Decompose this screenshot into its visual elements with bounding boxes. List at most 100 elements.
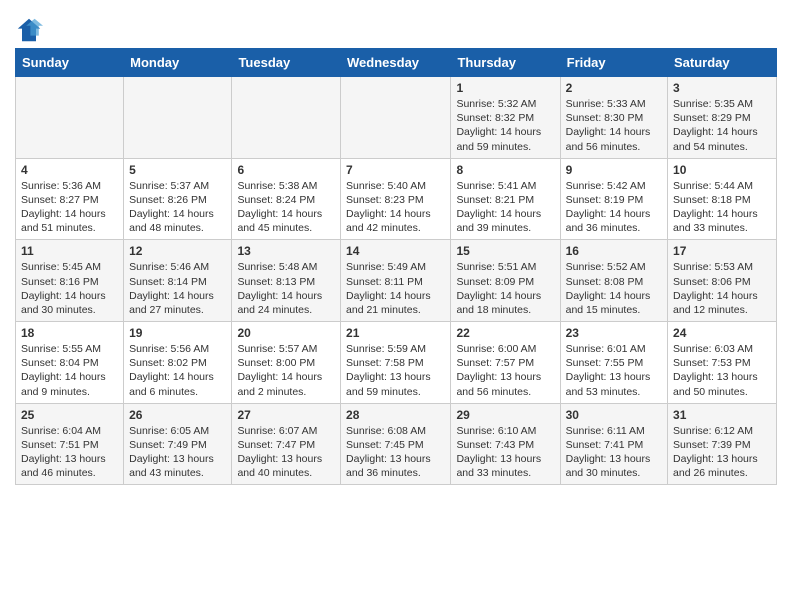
calendar-cell: 14 Sunrise: 5:49 AMSunset: 8:11 PMDayligh… xyxy=(341,240,451,322)
day-number: 16 xyxy=(566,244,662,258)
calendar-cell: 13 Sunrise: 5:48 AMSunset: 8:13 PMDayligh… xyxy=(232,240,341,322)
day-info: Sunrise: 6:11 AMSunset: 7:41 PMDaylight:… xyxy=(566,424,662,481)
day-header-monday: Monday xyxy=(124,49,232,77)
day-info: Sunrise: 5:44 AMSunset: 8:18 PMDaylight:… xyxy=(673,179,771,236)
calendar-cell: 28 Sunrise: 6:08 AMSunset: 7:45 PMDayligh… xyxy=(341,403,451,485)
day-info: Sunrise: 5:53 AMSunset: 8:06 PMDaylight:… xyxy=(673,260,771,317)
logo xyxy=(15,16,47,44)
calendar-cell: 25Sunrise: 6:04 AMSunset: 7:51 PMDayligh… xyxy=(16,403,124,485)
day-number: 26 xyxy=(129,408,226,422)
day-header-friday: Friday xyxy=(560,49,667,77)
day-info: Sunrise: 6:08 AMSunset: 7:45 PMDaylight:… xyxy=(346,424,445,481)
day-number: 1 xyxy=(456,81,554,95)
header xyxy=(15,10,777,44)
day-number: 27 xyxy=(237,408,335,422)
day-info: Sunrise: 5:33 AMSunset: 8:30 PMDaylight:… xyxy=(566,97,662,154)
day-number: 18 xyxy=(21,326,118,340)
calendar-cell xyxy=(232,77,341,159)
day-info: Sunrise: 6:01 AMSunset: 7:55 PMDaylight:… xyxy=(566,342,662,399)
calendar-cell: 4 Sunrise: 5:36 AMSunset: 8:27 PMDaylight… xyxy=(16,158,124,240)
day-number: 3 xyxy=(673,81,771,95)
day-number: 21 xyxy=(346,326,445,340)
day-info: Sunrise: 6:10 AMSunset: 7:43 PMDaylight:… xyxy=(456,424,554,481)
day-info: Sunrise: 5:59 AMSunset: 7:58 PMDaylight:… xyxy=(346,342,445,399)
day-info: Sunrise: 6:03 AMSunset: 7:53 PMDaylight:… xyxy=(673,342,771,399)
day-number: 15 xyxy=(456,244,554,258)
calendar-cell: 29Sunrise: 6:10 AMSunset: 7:43 PMDayligh… xyxy=(451,403,560,485)
day-info: Sunrise: 5:48 AMSunset: 8:13 PMDaylight:… xyxy=(237,260,335,317)
day-number: 17 xyxy=(673,244,771,258)
day-info: Sunrise: 5:57 AMSunset: 8:00 PMDaylight:… xyxy=(237,342,335,399)
calendar-cell: 12 Sunrise: 5:46 AMSunset: 8:14 PMDayligh… xyxy=(124,240,232,322)
calendar-week-1: 1 Sunrise: 5:32 AMSunset: 8:32 PMDaylight… xyxy=(16,77,777,159)
day-header-tuesday: Tuesday xyxy=(232,49,341,77)
day-info: Sunrise: 5:36 AMSunset: 8:27 PMDaylight:… xyxy=(21,179,118,236)
calendar-cell: 16 Sunrise: 5:52 AMSunset: 8:08 PMDayligh… xyxy=(560,240,667,322)
day-info: Sunrise: 5:32 AMSunset: 8:32 PMDaylight:… xyxy=(456,97,554,154)
calendar-cell xyxy=(16,77,124,159)
day-number: 19 xyxy=(129,326,226,340)
calendar-cell: 15 Sunrise: 5:51 AMSunset: 8:09 PMDayligh… xyxy=(451,240,560,322)
day-info: Sunrise: 5:49 AMSunset: 8:11 PMDaylight:… xyxy=(346,260,445,317)
calendar-cell xyxy=(341,77,451,159)
day-info: Sunrise: 6:05 AMSunset: 7:49 PMDaylight:… xyxy=(129,424,226,481)
calendar-cell: 22 Sunrise: 6:00 AMSunset: 7:57 PMDayligh… xyxy=(451,322,560,404)
calendar-cell: 24 Sunrise: 6:03 AMSunset: 7:53 PMDayligh… xyxy=(668,322,777,404)
day-info: Sunrise: 5:38 AMSunset: 8:24 PMDaylight:… xyxy=(237,179,335,236)
day-number: 24 xyxy=(673,326,771,340)
calendar-cell: 21 Sunrise: 5:59 AMSunset: 7:58 PMDayligh… xyxy=(341,322,451,404)
day-number: 12 xyxy=(129,244,226,258)
day-info: Sunrise: 6:00 AMSunset: 7:57 PMDaylight:… xyxy=(456,342,554,399)
day-number: 6 xyxy=(237,163,335,177)
calendar-cell: 2 Sunrise: 5:33 AMSunset: 8:30 PMDaylight… xyxy=(560,77,667,159)
day-number: 31 xyxy=(673,408,771,422)
day-header-wednesday: Wednesday xyxy=(341,49,451,77)
day-info: Sunrise: 6:07 AMSunset: 7:47 PMDaylight:… xyxy=(237,424,335,481)
calendar-week-3: 11Sunrise: 5:45 AMSunset: 8:16 PMDayligh… xyxy=(16,240,777,322)
logo-icon xyxy=(15,16,43,44)
calendar-cell: 9 Sunrise: 5:42 AMSunset: 8:19 PMDaylight… xyxy=(560,158,667,240)
day-info: Sunrise: 5:46 AMSunset: 8:14 PMDaylight:… xyxy=(129,260,226,317)
day-info: Sunrise: 5:45 AMSunset: 8:16 PMDaylight:… xyxy=(21,260,118,317)
calendar-cell: 6 Sunrise: 5:38 AMSunset: 8:24 PMDaylight… xyxy=(232,158,341,240)
day-number: 14 xyxy=(346,244,445,258)
calendar-cell: 1 Sunrise: 5:32 AMSunset: 8:32 PMDaylight… xyxy=(451,77,560,159)
calendar-cell: 23 Sunrise: 6:01 AMSunset: 7:55 PMDayligh… xyxy=(560,322,667,404)
calendar-cell xyxy=(124,77,232,159)
calendar-cell: 18 Sunrise: 5:55 AMSunset: 8:04 PMDayligh… xyxy=(16,322,124,404)
day-header-saturday: Saturday xyxy=(668,49,777,77)
day-number: 13 xyxy=(237,244,335,258)
day-number: 7 xyxy=(346,163,445,177)
day-number: 8 xyxy=(456,163,554,177)
calendar-cell: 10Sunrise: 5:44 AMSunset: 8:18 PMDayligh… xyxy=(668,158,777,240)
calendar-cell: 19 Sunrise: 5:56 AMSunset: 8:02 PMDayligh… xyxy=(124,322,232,404)
day-number: 2 xyxy=(566,81,662,95)
day-info: Sunrise: 5:51 AMSunset: 8:09 PMDaylight:… xyxy=(456,260,554,317)
day-info: Sunrise: 5:56 AMSunset: 8:02 PMDaylight:… xyxy=(129,342,226,399)
day-info: Sunrise: 5:41 AMSunset: 8:21 PMDaylight:… xyxy=(456,179,554,236)
day-info: Sunrise: 5:55 AMSunset: 8:04 PMDaylight:… xyxy=(21,342,118,399)
day-header-thursday: Thursday xyxy=(451,49,560,77)
day-info: Sunrise: 5:37 AMSunset: 8:26 PMDaylight:… xyxy=(129,179,226,236)
day-info: Sunrise: 5:40 AMSunset: 8:23 PMDaylight:… xyxy=(346,179,445,236)
calendar: SundayMondayTuesdayWednesdayThursdayFrid… xyxy=(15,48,777,485)
day-info: Sunrise: 6:12 AMSunset: 7:39 PMDaylight:… xyxy=(673,424,771,481)
day-info: Sunrise: 5:52 AMSunset: 8:08 PMDaylight:… xyxy=(566,260,662,317)
day-number: 25 xyxy=(21,408,118,422)
calendar-cell: 17 Sunrise: 5:53 AMSunset: 8:06 PMDayligh… xyxy=(668,240,777,322)
day-number: 9 xyxy=(566,163,662,177)
day-number: 4 xyxy=(21,163,118,177)
calendar-week-2: 4 Sunrise: 5:36 AMSunset: 8:27 PMDaylight… xyxy=(16,158,777,240)
day-header-sunday: Sunday xyxy=(16,49,124,77)
day-number: 22 xyxy=(456,326,554,340)
calendar-cell: 5Sunrise: 5:37 AMSunset: 8:26 PMDaylight… xyxy=(124,158,232,240)
day-number: 23 xyxy=(566,326,662,340)
day-info: Sunrise: 5:42 AMSunset: 8:19 PMDaylight:… xyxy=(566,179,662,236)
calendar-cell: 3 Sunrise: 5:35 AMSunset: 8:29 PMDaylight… xyxy=(668,77,777,159)
calendar-cell: 30Sunrise: 6:11 AMSunset: 7:41 PMDayligh… xyxy=(560,403,667,485)
day-info: Sunrise: 5:35 AMSunset: 8:29 PMDaylight:… xyxy=(673,97,771,154)
day-number: 28 xyxy=(346,408,445,422)
calendar-cell: 11Sunrise: 5:45 AMSunset: 8:16 PMDayligh… xyxy=(16,240,124,322)
calendar-cell: 31 Sunrise: 6:12 AMSunset: 7:39 PMDayligh… xyxy=(668,403,777,485)
calendar-header-row: SundayMondayTuesdayWednesdayThursdayFrid… xyxy=(16,49,777,77)
